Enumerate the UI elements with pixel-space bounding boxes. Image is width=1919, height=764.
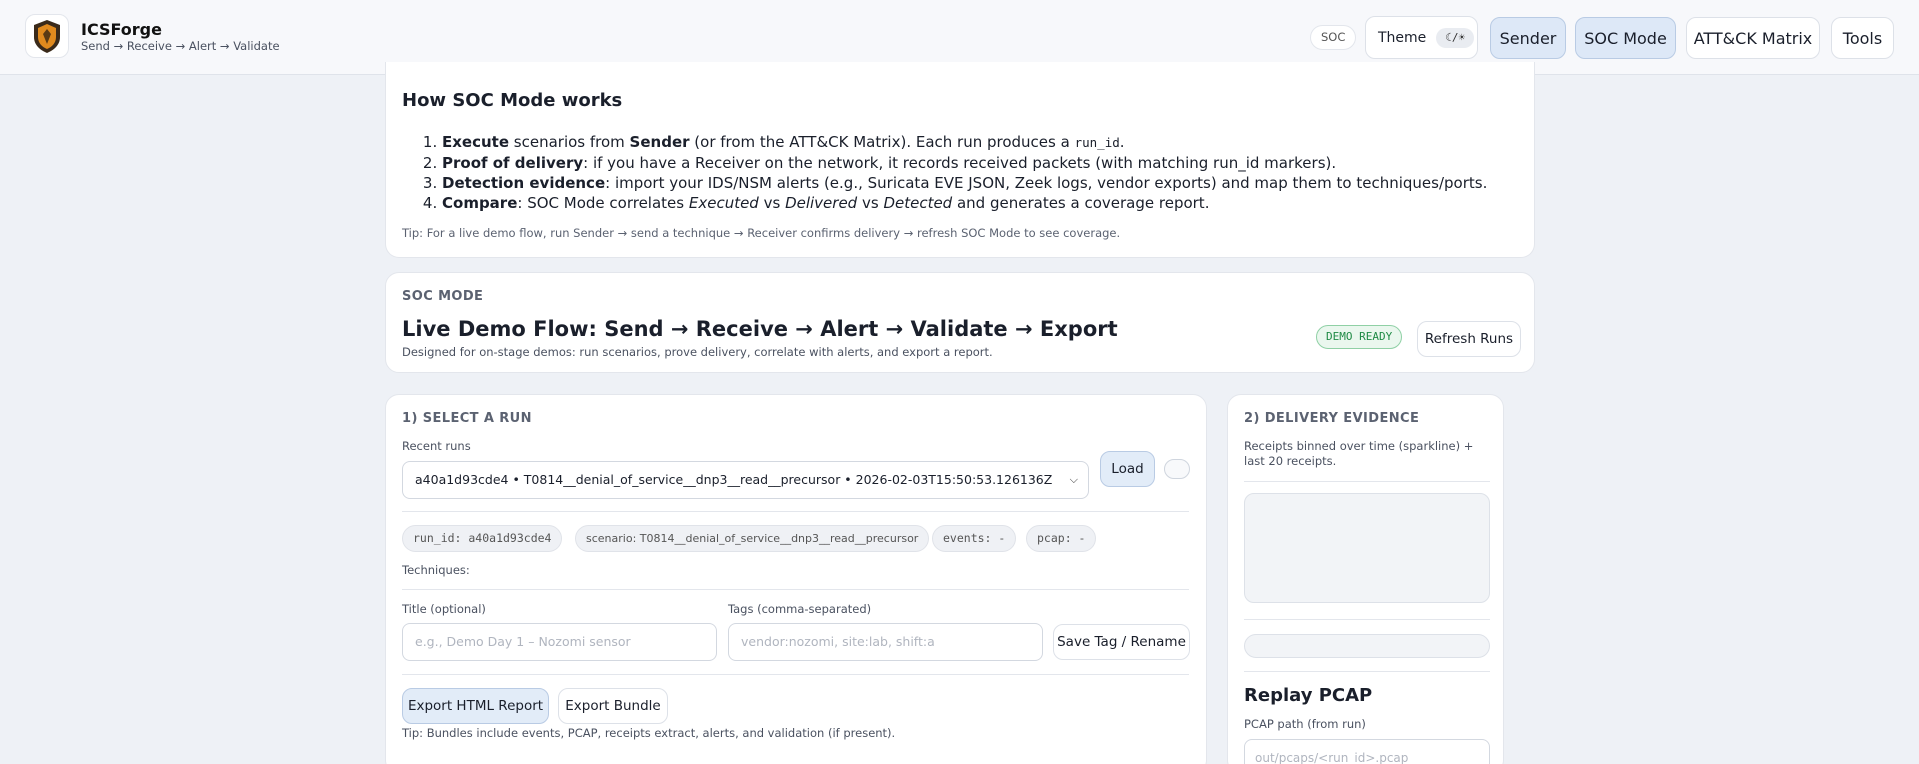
title-input[interactable]: e.g., Demo Day 1 – Nozomi sensor (402, 623, 717, 661)
pcap-path-input[interactable]: out/pcaps/<run_id>.pcap (1244, 739, 1490, 764)
receipts-progress (1244, 634, 1490, 658)
nav-sender[interactable]: Sender (1490, 17, 1566, 59)
refresh-runs-button[interactable]: Refresh Runs (1417, 321, 1521, 357)
recent-runs-select[interactable]: a40a1d93cde4 • T0814__denial_of_service_… (402, 461, 1089, 499)
brand-name: ICSForge (81, 20, 162, 39)
app-logo[interactable] (25, 14, 69, 58)
shield-logo-icon (34, 20, 60, 53)
soc-title: Live Demo Flow: Send → Receive → Alert →… (402, 317, 1118, 341)
nav-soc-mode[interactable]: SOC Mode (1575, 17, 1676, 59)
save-tag-rename-button[interactable]: Save Tag / Rename (1053, 624, 1190, 660)
how-step-2: Proof of delivery: if you have a Receive… (442, 153, 1487, 173)
how-title: How SOC Mode works (402, 90, 623, 111)
select-run-card: 1) SELECT A RUN Recent runs a40a1d93cde4… (385, 394, 1207, 764)
delivery-heading: 2) DELIVERY EVIDENCE (1244, 411, 1420, 426)
recent-runs-label: Recent runs (402, 439, 471, 453)
soc-mode-card: SOC MODE Live Demo Flow: Send → Receive … (385, 272, 1535, 373)
soc-eyebrow: SOC MODE (402, 289, 484, 304)
title-label: Title (optional) (402, 602, 486, 616)
divider (402, 674, 1189, 675)
bundle-tip: Tip: Bundles include events, PCAP, recei… (402, 726, 896, 740)
divider (402, 511, 1189, 512)
divider (1244, 671, 1490, 672)
demo-ready-badge: DEMO READY (1316, 325, 1403, 349)
how-step-3: Detection evidence: import your IDS/NSM … (442, 173, 1487, 193)
theme-button[interactable]: Theme ☾/☀ (1365, 16, 1478, 59)
brand-tagline: Send → Receive → Alert → Validate (81, 39, 280, 53)
divider (1244, 481, 1490, 482)
recent-runs-selected: a40a1d93cde4 • T0814__denial_of_service_… (415, 472, 1053, 487)
events-chip: events: - (932, 525, 1017, 552)
auto-toggle[interactable] (1164, 459, 1190, 479)
chevron-down-icon: ⌵ (1069, 473, 1078, 486)
soc-subtitle: Designed for on-stage demos: run scenari… (402, 345, 993, 359)
load-button[interactable]: Load (1100, 451, 1155, 487)
theme-label: Theme (1378, 29, 1427, 46)
soc-pill: SOC (1310, 25, 1357, 50)
how-it-works-card: How SOC Mode works Execute scenarios fro… (385, 62, 1535, 258)
tags-label: Tags (comma-separated) (728, 602, 872, 616)
export-bundle-button[interactable]: Export Bundle (558, 688, 668, 724)
techniques-label: Techniques: (402, 563, 470, 577)
receipts-sparkline (1244, 493, 1490, 603)
nav-attck-matrix[interactable]: ATT&CK Matrix (1686, 17, 1820, 59)
how-step-4: Compare: SOC Mode correlates Executed vs… (442, 193, 1487, 213)
divider (1244, 619, 1490, 620)
how-steps-list: Execute scenarios from Sender (or from t… (442, 132, 1487, 213)
delivery-subtitle: Receipts binned over time (sparkline) + … (1244, 439, 1474, 468)
how-tip: Tip: For a live demo flow, run Sender → … (402, 226, 1121, 240)
theme-toggle-icon: ☾/☀ (1436, 27, 1475, 48)
pcap-path-label: PCAP path (from run) (1244, 717, 1366, 731)
scenario-chip: scenario: T0814__denial_of_service__dnp3… (575, 525, 930, 552)
tags-input[interactable]: vendor:nozomi, site:lab, shift:a (728, 623, 1043, 661)
select-run-heading: 1) SELECT A RUN (402, 411, 532, 426)
delivery-evidence-card: 2) DELIVERY EVIDENCE Receipts binned ove… (1227, 394, 1504, 764)
divider (402, 589, 1189, 590)
how-step-1: Execute scenarios from Sender (or from t… (442, 132, 1487, 153)
replay-pcap-title: Replay PCAP (1244, 685, 1373, 706)
nav-tools[interactable]: Tools (1831, 17, 1894, 59)
pcap-chip: pcap: - (1026, 525, 1097, 552)
run-id-chip: run_id: a40a1d93cde4 (402, 525, 563, 552)
export-html-report-button[interactable]: Export HTML Report (402, 688, 549, 724)
